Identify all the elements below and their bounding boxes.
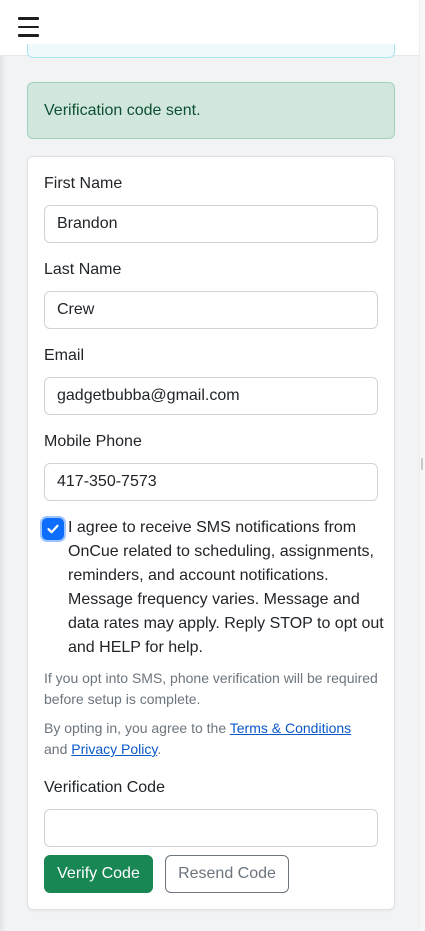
hamburger-icon[interactable] bbox=[18, 17, 39, 37]
terms-middle: and bbox=[44, 741, 72, 757]
resend-code-button[interactable]: Resend Code bbox=[165, 855, 289, 893]
first-name-input[interactable]: Brandon bbox=[44, 205, 378, 243]
page: Verification code sent. First Name Brand… bbox=[0, 0, 425, 931]
sms-consent-checkbox[interactable] bbox=[42, 518, 64, 540]
mobile-phone-input[interactable]: 417-350-7573 bbox=[44, 463, 378, 501]
success-alert-message: Verification code sent. bbox=[44, 102, 201, 119]
last-name-input[interactable]: Crew bbox=[44, 291, 378, 329]
sms-note: If you opt into SMS, phone verification … bbox=[44, 670, 378, 707]
first-name-label: First Name bbox=[44, 175, 123, 192]
last-name-label: Last Name bbox=[44, 261, 122, 278]
verification-code-input[interactable] bbox=[44, 809, 378, 847]
privacy-policy-link[interactable]: Privacy Policy bbox=[71, 741, 157, 757]
scrollbar[interactable] bbox=[419, 0, 425, 931]
terms-notice: By opting in, you agree to the Terms & C… bbox=[44, 718, 389, 760]
left-shadow bbox=[0, 56, 6, 931]
terms-link[interactable]: Terms & Conditions bbox=[230, 720, 351, 736]
previous-alert-fragment bbox=[27, 44, 395, 58]
verify-code-button[interactable]: Verify Code bbox=[44, 855, 153, 893]
success-alert: Verification code sent. bbox=[27, 82, 395, 139]
terms-suffix: . bbox=[157, 741, 162, 757]
email-label: Email bbox=[44, 347, 85, 364]
checkmark-icon bbox=[47, 524, 59, 534]
scrollbar-thumb[interactable] bbox=[421, 458, 423, 470]
email-input[interactable]: gadgetbubba@gmail.com bbox=[44, 377, 378, 415]
sms-consent-text: I agree to receive SMS notifications fro… bbox=[68, 519, 384, 656]
terms-prefix: By opting in, you agree to the bbox=[44, 720, 230, 736]
mobile-phone-label: Mobile Phone bbox=[44, 433, 142, 450]
verification-code-label: Verification Code bbox=[44, 779, 165, 796]
